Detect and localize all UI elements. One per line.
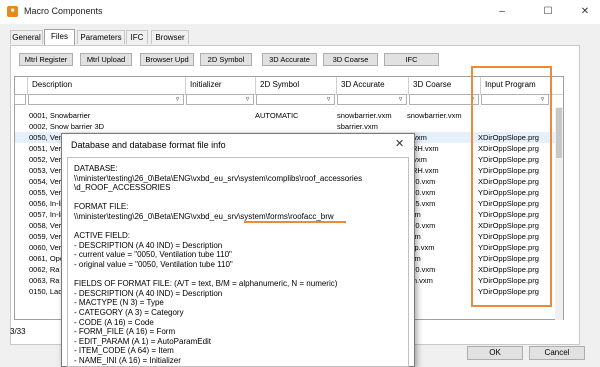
maximize-button[interactable]: ☐ <box>534 2 562 22</box>
table-cell: lon.vxm <box>407 276 433 285</box>
input-program-highlight <box>471 66 552 307</box>
dialog-text-line: FIELDS OF FORMAT FILE: (A/T = text, B/M … <box>74 279 338 289</box>
filter-2d-symbol[interactable]: ▿ <box>256 94 335 105</box>
tab-general[interactable]: General <box>10 30 43 44</box>
column-header-initializer[interactable]: Initializer <box>186 77 256 94</box>
column-header-3d-accurate[interactable]: 3D Accurate <box>337 77 409 94</box>
table-cell: alip.vxm <box>407 243 435 252</box>
tab-browser[interactable]: Browser <box>151 30 189 44</box>
dialog-text-line: - ITEM_CODE (A 64) = Item <box>74 346 174 356</box>
dialog-text-line: \\minister\testing\26_0\Beta\ENG\vxbd_eu… <box>74 173 363 183</box>
table-cell: 0002, Snow barrier 3D <box>29 122 105 131</box>
window-title: Macro Components <box>24 6 103 16</box>
3d-coarse-button[interactable]: 3D Coarse <box>323 53 378 66</box>
table-cell: P.vxm <box>407 155 427 164</box>
tab-files[interactable]: Files <box>44 29 75 45</box>
table-cell: snowbarrier.vxm <box>407 111 462 120</box>
table-cell: vxm <box>407 253 475 264</box>
cancel-button[interactable]: Cancel <box>529 346 585 360</box>
dialog-text-line: - CODE (A 16) = Code <box>74 317 154 327</box>
table-cell: ERH.vxm <box>407 144 439 153</box>
ifc-button[interactable]: IFC <box>384 53 439 66</box>
table-cell: 700.vxm <box>407 265 436 274</box>
table-cell: AUTOMATIC <box>255 111 299 120</box>
table-cell: vxm <box>407 209 475 220</box>
filter-icon[interactable]: ▿ <box>323 95 334 104</box>
table-cell: P.vxm <box>407 133 427 142</box>
format-file-underline <box>244 221 346 223</box>
table-cell <box>186 121 252 132</box>
column-header-description[interactable]: Description <box>28 77 186 94</box>
table-cell: snowbarrier.vxm <box>337 111 392 120</box>
dialog-text-line: - EDIT_PARAM (A 1) = AutoParamEdit <box>74 336 212 346</box>
2d-symbol-button[interactable]: 2D Symbol <box>200 53 252 66</box>
dialog-text-line: - original value = "0050, Ventilation tu… <box>74 260 233 269</box>
column-header-2d-symbol[interactable]: 2D Symbol <box>256 77 337 94</box>
dialog-text-line: \d_ROOF_ACCESSORIES <box>74 183 171 193</box>
filter-description[interactable]: ▿ <box>28 94 184 105</box>
dialog-text-line: - DESCRIPTION (A 40 IND) = Description <box>74 240 223 250</box>
dialog-title: Database and database format file info <box>71 140 226 150</box>
close-button[interactable]: ✕ <box>571 2 599 22</box>
dialog-text-line: - DESCRIPTION (A 40 IND) = Description <box>74 288 223 298</box>
mtrl-upload-button[interactable]: Mtrl Upload <box>80 53 132 66</box>
dialog-text-line: FORMAT FILE: <box>74 202 129 212</box>
filter-initializer[interactable]: ▿ <box>186 94 254 105</box>
browser-upd-button[interactable]: Browser Upd <box>140 53 194 66</box>
table-cell: 500.vxm <box>407 221 436 230</box>
dialog-text-line: ACTIVE FIELD: <box>74 231 131 241</box>
record-count: 3/33 <box>10 327 26 336</box>
mtrl-register-button[interactable]: Mtrl Register <box>19 53 73 66</box>
filter-3d-coarse[interactable]: ▿ <box>409 94 479 105</box>
table-cell <box>407 286 475 297</box>
minimize-button[interactable]: – <box>488 2 516 22</box>
table-cell: vxm <box>407 231 475 242</box>
grid-corner <box>15 77 28 94</box>
table-cell <box>407 121 475 132</box>
filter-icon[interactable]: ▿ <box>395 95 406 104</box>
dialog-text-line: - CATEGORY (A 3) = Category <box>74 308 184 317</box>
table-cell <box>186 110 252 121</box>
table-cell <box>255 121 335 132</box>
filter-icon[interactable]: ▿ <box>242 95 253 104</box>
dialog-text-line: DATABASE: <box>74 164 118 173</box>
table-cell: 0001, Snowbarrier <box>29 111 91 120</box>
dialog-text-line: - FORM_FILE (A 16) = Form <box>74 327 176 337</box>
scrollbar-thumb[interactable] <box>556 108 562 158</box>
table-cell: 700.vxm <box>407 188 436 197</box>
table-cell: 125.vxm <box>407 199 436 208</box>
filter-icon[interactable]: ▿ <box>172 95 183 104</box>
filter-3d-accurate[interactable]: ▿ <box>337 94 407 105</box>
app-icon: ■ <box>7 6 18 17</box>
ok-button[interactable]: OK <box>467 346 523 360</box>
dialog-text-line: \\minister\testing\26_0\Beta\ENG\vxbd_eu… <box>74 212 334 221</box>
tab-ifc[interactable]: IFC <box>126 30 148 44</box>
dialog-text-line: - MACTYPE (N 3) = Type <box>74 298 164 308</box>
table-cell: ERH.vxm <box>407 166 439 175</box>
3d-accurate-button[interactable]: 3D Accurate <box>262 53 317 66</box>
row-selector-column <box>14 94 26 105</box>
table-cell: 700.vxm <box>407 177 436 186</box>
dialog-close-icon[interactable]: ✕ <box>395 137 404 150</box>
dialog-text-line: - current value = "0050, Ventilation tub… <box>74 250 232 260</box>
dialog-text-line: - NAME_INI (A 16) = Initializer <box>74 356 181 365</box>
tab-parameters[interactable]: Parameters <box>77 30 125 44</box>
table-cell: sbarrier.vxm <box>337 122 378 131</box>
dialog-info-text: DATABASE: \\minister\testing\26_0\Beta\EN… <box>67 157 409 367</box>
